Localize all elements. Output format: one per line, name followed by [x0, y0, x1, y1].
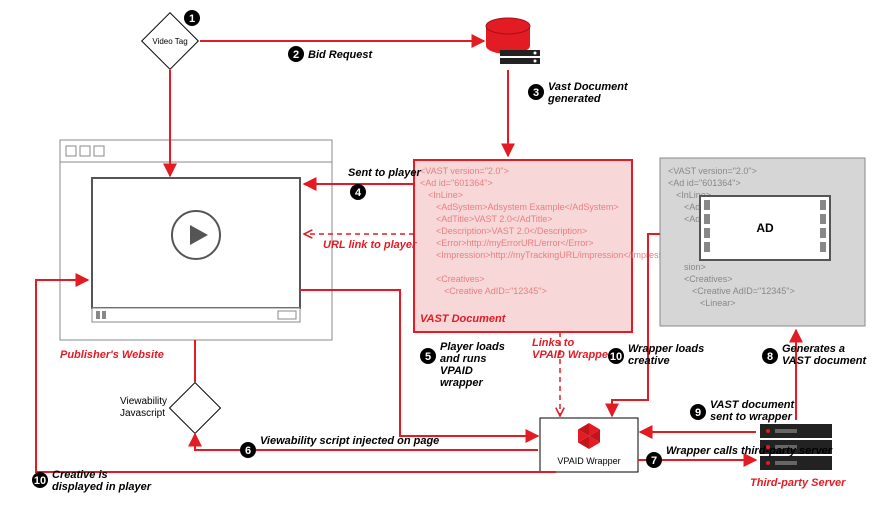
publisher-label: Publisher's Website	[60, 349, 164, 361]
step-4-num: 4	[355, 187, 362, 199]
third-party-server-label: Third-party Server	[750, 477, 846, 489]
step-4-label: Sent to player	[348, 167, 421, 179]
svg-text:<Creatives>: <Creatives>	[436, 274, 485, 284]
viewability-l1: Viewability	[120, 396, 167, 407]
svg-text:<Linear>: <Linear>	[700, 298, 736, 308]
vpaid-wrapper: VPAID Wrapper	[540, 418, 638, 472]
svg-text:<Creative AdID="12345">: <Creative AdID="12345">	[692, 286, 795, 296]
svg-text:<Creatives>: <Creatives>	[684, 274, 733, 284]
svg-text:<Creative AdID="12345">: <Creative AdID="12345">	[444, 286, 547, 296]
step-10b-label-l1: Creative is	[52, 469, 108, 481]
step-9-label-l1: VAST document	[710, 399, 795, 411]
step-3-label-l1: Vast Document	[548, 81, 629, 93]
step-10b-label-l2: displayed in player	[52, 481, 152, 493]
vpaid-wrapper-label: VPAID Wrapper	[557, 456, 620, 466]
step-8-label-l1: Generates a	[782, 343, 845, 355]
url-link-label: URL link to player	[323, 239, 417, 251]
svg-text:<Impression>http://myTrackingU: <Impression>http://myTrackingURL/impress…	[436, 250, 680, 260]
links-vpaid-l2: VPAID Wrapper	[532, 349, 613, 361]
viewability-l2: Javascript	[120, 408, 165, 419]
step-9-label-l2: sent to wrapper	[710, 411, 793, 423]
video-tag-label: Video Tag	[152, 37, 187, 46]
step-8-num: 8	[767, 351, 773, 363]
svg-text:sion>: sion>	[684, 262, 706, 272]
step-3-label-l2: generated	[547, 93, 601, 105]
step-7-label: Wrapper calls third-party server	[666, 445, 833, 457]
svg-text:<Ad id="601364">: <Ad id="601364">	[668, 178, 741, 188]
publisher-website: Publisher's Website	[60, 140, 332, 361]
step-2-label: Bid Request	[308, 49, 374, 61]
svg-text:<Ad id="601364">: <Ad id="601364">	[420, 178, 493, 188]
step-5-num: 5	[425, 351, 431, 363]
svg-text:<Error>http://myErrorURL/error: <Error>http://myErrorURL/error</Error>	[436, 238, 594, 248]
step-10a-label-l2: creative	[628, 355, 670, 367]
step-5-label-l1: Player loads	[440, 341, 505, 353]
step-3-num: 3	[533, 87, 539, 99]
third-party-ad-window: <VAST version="2.0"> <Ad id="601364"> <I…	[660, 158, 865, 326]
step-5-label-l4: wrapper	[440, 377, 484, 389]
step-7-num: 7	[651, 455, 657, 467]
svg-text:<Description>VAST 2.0</Descrip: <Description>VAST 2.0</Description>	[436, 226, 587, 236]
links-vpaid-l1: Links to	[532, 337, 574, 349]
step-6-label: Viewability script injected on page	[260, 435, 439, 447]
step-1-num: 1	[189, 13, 195, 25]
step-6-num: 6	[245, 445, 251, 457]
vast-doc-title: VAST Document	[420, 313, 507, 325]
step-8-label-l2: VAST document	[782, 355, 867, 367]
svg-text:<AdTitle>VAST 2.0</AdTitle>: <AdTitle>VAST 2.0</AdTitle>	[436, 214, 553, 224]
step-5-label-l2: and runs	[440, 353, 486, 365]
svg-text:<VAST version="2.0">: <VAST version="2.0">	[668, 166, 757, 176]
step-5-label-l3: VPAID	[440, 365, 473, 377]
step-10a-label-l1: Wrapper loads	[628, 343, 704, 355]
svg-text:<AdSystem>Adsystem Example</Ad: <AdSystem>Adsystem Example</AdSystem>	[436, 202, 619, 212]
svg-text:<InLine>: <InLine>	[428, 190, 463, 200]
step-10a-num: 10	[610, 351, 622, 363]
step-10b-num: 10	[34, 475, 46, 487]
step-9-num: 9	[695, 407, 701, 419]
ad-label: AD	[756, 221, 774, 235]
svg-text:<VAST version="2.0">: <VAST version="2.0">	[420, 166, 509, 176]
step-2-num: 2	[293, 49, 299, 61]
